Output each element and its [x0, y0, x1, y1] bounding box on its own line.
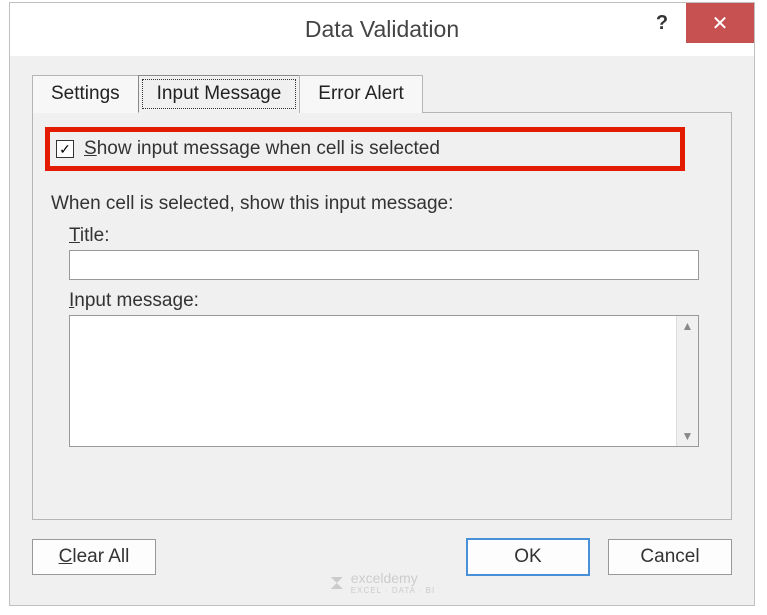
help-button[interactable]: ?: [638, 3, 686, 43]
close-icon: ✕: [712, 11, 729, 36]
show-input-message-checkbox[interactable]: ✓: [56, 140, 74, 158]
input-message-textarea-wrap: ▲ ▼: [69, 315, 699, 447]
clear-all-button[interactable]: Clear All: [32, 539, 156, 575]
title-field-group: Title:: [69, 225, 713, 280]
checkmark-icon: ✓: [59, 141, 71, 158]
watermark-sub: EXCEL · DATA · BI: [351, 586, 435, 595]
help-icon: ?: [656, 12, 668, 35]
title-label: Title:: [69, 225, 713, 247]
ok-button[interactable]: OK: [466, 538, 590, 576]
cancel-button[interactable]: Cancel: [608, 539, 732, 575]
tab-error-alert[interactable]: Error Alert: [299, 75, 423, 113]
data-validation-dialog: Data Validation ? ✕ Settings Input Messa…: [9, 2, 755, 606]
message-field-group: Input message: ▲ ▼: [69, 290, 713, 447]
tab-input-message[interactable]: Input Message: [138, 75, 301, 113]
input-message-textarea[interactable]: [70, 316, 676, 446]
title-input[interactable]: [69, 250, 699, 280]
highlight-annotation: ✓ Show input message when cell is select…: [45, 127, 685, 171]
close-button[interactable]: ✕: [686, 3, 754, 43]
scroll-down-icon[interactable]: ▼: [682, 429, 694, 443]
tab-strip: Settings Input Message Error Alert: [32, 74, 732, 112]
titlebar-controls: ? ✕: [638, 3, 754, 43]
input-message-label: Input message:: [69, 290, 713, 312]
tab-panel-input-message: ✓ Show input message when cell is select…: [32, 112, 732, 520]
watermark: exceldemy EXCEL · DATA · BI: [329, 570, 435, 595]
textarea-scrollbar[interactable]: ▲ ▼: [676, 316, 698, 446]
section-heading: When cell is selected, show this input m…: [51, 193, 713, 215]
titlebar: Data Validation ? ✕: [10, 3, 754, 56]
show-input-message-label: Show input message when cell is selected: [84, 138, 440, 160]
tab-settings[interactable]: Settings: [32, 75, 139, 113]
watermark-logo-icon: [329, 575, 345, 591]
scroll-up-icon[interactable]: ▲: [682, 319, 694, 333]
watermark-brand: exceldemy: [351, 570, 435, 586]
dialog-body: Settings Input Message Error Alert ✓ Sho…: [10, 56, 754, 520]
